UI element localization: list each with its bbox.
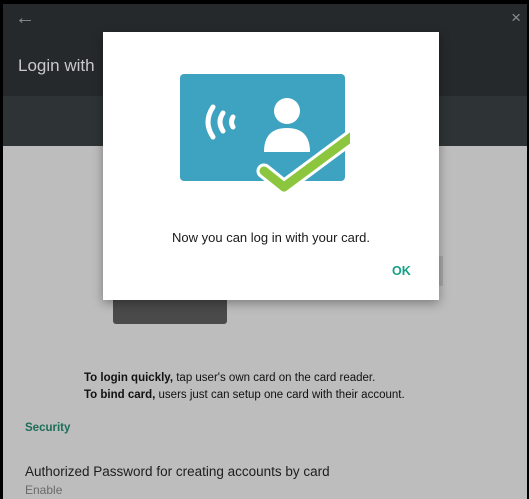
success-dialog: Now you can log in with your card. OK bbox=[103, 32, 439, 300]
app-window: ← × Login with To login quickly, tap use… bbox=[3, 4, 527, 499]
ok-button[interactable]: OK bbox=[386, 260, 417, 282]
contactless-card-check-icon bbox=[180, 74, 350, 194]
dialog-message: Now you can log in with your card. bbox=[172, 230, 370, 245]
